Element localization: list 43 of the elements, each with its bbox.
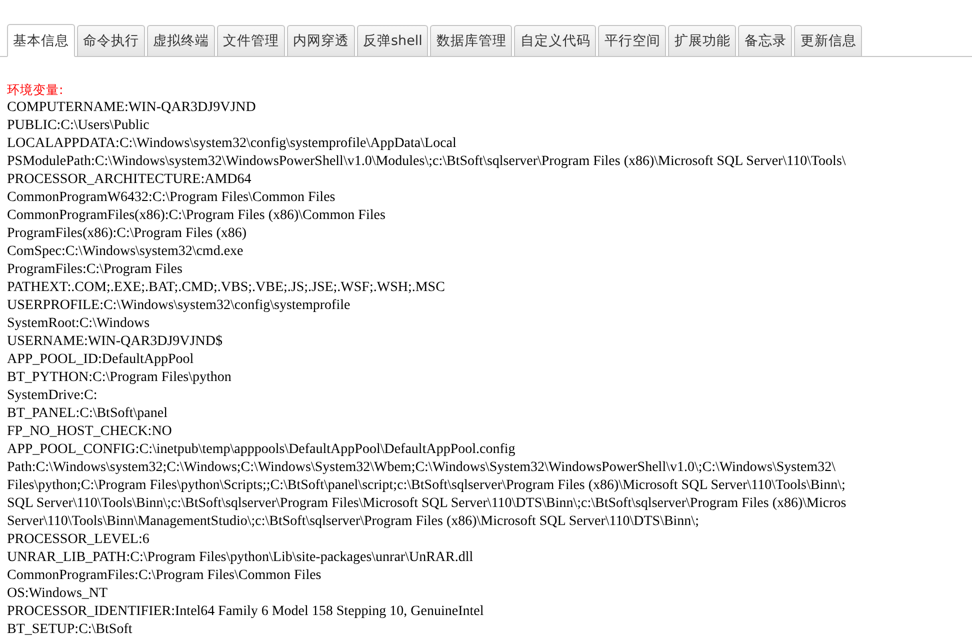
tab[interactable]: 基本信息 [7,24,75,57]
env-line: CommonProgramFiles:C:\Program Files\Common Files [7,567,322,585]
env-line: FP_NO_HOST_CHECK:NO [7,423,172,441]
tab[interactable]: 数据库管理 [430,25,512,56]
env-line: COMPUTERNAME:WIN-QAR3DJ9VJND [7,99,256,117]
env-line: APP_POOL_ID:DefaultAppPool [7,351,194,369]
env-line: SystemRoot:C:\Windows [7,315,150,333]
tab[interactable]: 自定义代码 [514,25,596,56]
env-line: OS:Windows_NT [7,585,108,603]
env-line: CommonProgramFiles(x86):C:\Program Files (x86)\Common Files [7,207,386,225]
tab[interactable]: 命令执行 [77,25,145,56]
env-line: ProgramFiles:C:\Program Files [7,261,182,279]
tab[interactable]: 平行空间 [598,25,666,56]
tab[interactable]: 虚拟终端 [147,25,215,56]
env-line: BT_PYTHON:C:\Program Files\python [7,369,232,387]
env-line: Server\110\Tools\Binn\ManagementStudio\;c:\BtSoft\sqlserver\Program Files (x86)\Microsoft SQL Server\110\DTS\Binn\; [7,513,699,531]
env-line: PSModulePath:C:\Windows\system32\WindowsPowerShell\v1.0\Modules\;c:\BtSoft\sqlserver\Program Files (x86)\Microsoft SQL Server\110\Tools\ [7,153,846,171]
tab[interactable]: 内网穿透 [287,25,355,56]
tab[interactable]: 备忘录 [738,25,792,56]
env-line: PROCESSOR_IDENTIFIER:Intel64 Family 6 Model 158 Stepping 10, GenuineIntel [7,603,484,621]
env-line: PATHEXT:.COM;.EXE;.BAT;.CMD;.VBS;.VBE;.JS;.JSE;.WSF;.WSH;.MSC [7,279,445,297]
env-line: LOCALAPPDATA:C:\Windows\system32\config\systemprofile\AppData\Local [7,135,456,153]
env-line: USERPROFILE:C:\Windows\system32\config\systemprofile [7,297,350,315]
section-title: 环境变量: [7,82,64,98]
env-line: PUBLIC:C:\Users\Public [7,117,150,135]
tab[interactable]: 更新信息 [794,25,862,56]
env-line: BT_SETUP:C:\BtSoft [7,621,132,639]
env-line: USERNAME:WIN-QAR3DJ9VJND$ [7,333,222,351]
env-line: Files\python;C:\Program Files\python\Scripts;;C:\BtSoft\panel\script;c:\BtSoft\sqlserver\Program Files (x86)\Microsoft SQL Server\110\Tools\Binn\; [7,477,846,495]
env-line: UNRAR_LIB_PATH:C:\Program Files\python\Lib\site-packages\unrar\UnRAR.dll [7,549,474,567]
env-line: ComSpec:C:\Windows\system32\cmd.exe [7,243,244,261]
env-line: PROCESSOR_ARCHITECTURE:AMD64 [7,171,252,189]
env-line: BT_PANEL:C:\BtSoft\panel [7,405,168,423]
env-line: PROCESSOR_LEVEL:6 [7,531,150,549]
env-line: ProgramFiles(x86):C:\Program Files (x86) [7,225,247,243]
tab[interactable]: 扩展功能 [668,25,736,56]
env-line: SystemDrive:C: [7,387,98,405]
env-line: SQL Server\110\Tools\Binn\;c:\BtSoft\sqlserver\Program Files\Microsoft SQL Server\110\DTS\Binn\;c:\BtSoft\sqlserver\Program Files (x86)\Micros [7,495,846,513]
env-line: APP_POOL_CONFIG:C:\inetpub\temp\apppools\DefaultAppPool\DefaultAppPool.config [7,441,516,459]
env-line: Path:C:\Windows\system32;C:\Windows;C:\Windows\System32\Wbem;C:\Windows\System32\WindowsPowerShell\v1.0\;C:\Windows\System32\ [7,459,836,477]
env-line: CommonProgramW6432:C:\Program Files\Common Files [7,189,336,207]
tab[interactable]: 反弹shell [357,25,428,56]
tab[interactable]: 文件管理 [217,25,285,56]
